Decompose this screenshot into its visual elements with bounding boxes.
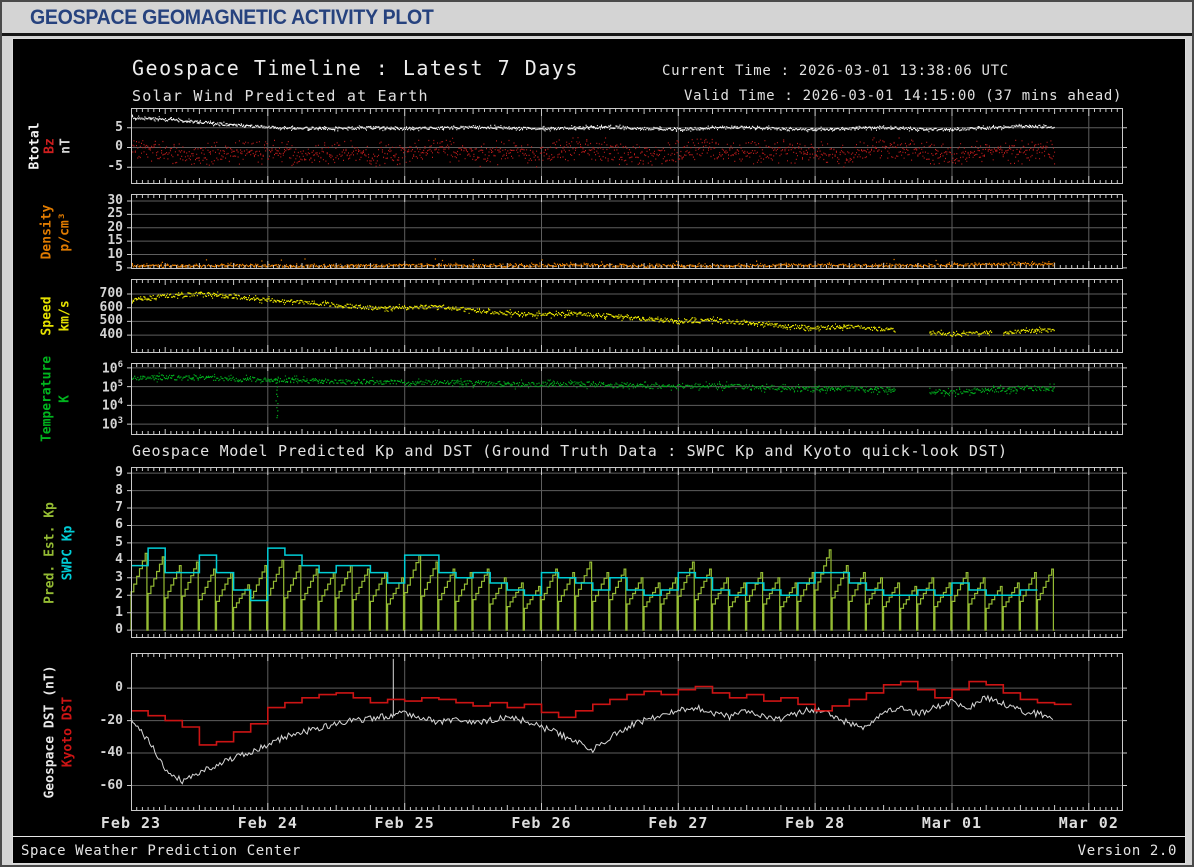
x-label-mar-02: Mar 02 xyxy=(1058,814,1119,832)
ytick-temp-103: 103 xyxy=(101,416,123,433)
x-label-feb-26: Feb 26 xyxy=(511,814,572,832)
frame-speed xyxy=(131,279,1123,353)
ytick-kp-1: 1 xyxy=(115,604,123,620)
gridlines xyxy=(131,364,1123,434)
ytick-kp-0: 0 xyxy=(115,622,123,638)
ytick-dst--60: -60 xyxy=(99,777,123,793)
ytick-speed-400: 400 xyxy=(99,327,123,343)
footer-version: Version 2.0 xyxy=(1077,842,1177,859)
ytick-kp-7: 7 xyxy=(115,500,123,515)
plot-footer: Space Weather Prediction Center Version … xyxy=(13,836,1185,864)
charts-container: Btotal Bz nT 5 0 -5 Density p/cm³ 30 25 20 15 10 5 Spe… xyxy=(13,39,1185,863)
series-Kyoto DST xyxy=(131,680,1072,746)
ytick-dst-0: 0 xyxy=(115,680,123,696)
frame-imf xyxy=(131,108,1123,184)
panel-dst: Geospace DST (nT) Kyoto DST 0 -20 -40 -60 xyxy=(13,653,1185,811)
x-label-feb-27: Feb 27 xyxy=(648,814,709,832)
x-axis-labels: Feb 23 Feb 24 Feb 25 Feb 26 Feb 27 Feb 28 Mar … xyxy=(13,814,1185,836)
panel-kp: Pred. Est. Kp SWPC Kp 9 8 7 6 5 4 3 2 1 0 xyxy=(13,465,1185,638)
plot-density xyxy=(127,194,1127,269)
ytick-imf-5: 5 xyxy=(115,119,123,135)
axis-ticks xyxy=(127,654,1127,810)
panel-density: Density p/cm³ 30 25 20 15 10 5 xyxy=(13,193,1185,275)
ytick-temp-104: 104 xyxy=(101,397,123,414)
frame-density xyxy=(131,194,1123,269)
ytick-dst--40: -40 xyxy=(99,745,123,761)
plot-speed xyxy=(127,279,1127,353)
ytick-kp-5: 5 xyxy=(115,534,123,550)
series-Bz xyxy=(131,137,1056,168)
panel-speed: Speed km/s 700 600 500 400 xyxy=(13,279,1185,353)
ytick-density-5: 5 xyxy=(115,259,123,275)
ytick-kp-3: 3 xyxy=(115,569,123,585)
series-Btotal xyxy=(131,114,1055,133)
axis-ticks xyxy=(127,280,1127,352)
ytick-kp-2: 2 xyxy=(115,587,123,603)
plot-kp xyxy=(127,467,1127,638)
ytick-kp-6: 6 xyxy=(115,517,123,533)
axis-ticks xyxy=(127,109,1127,183)
plot-panel: Geospace Timeline : Latest 7 Days Curren… xyxy=(12,38,1186,864)
gridlines xyxy=(131,195,1123,268)
gridlines xyxy=(131,109,1123,183)
x-label-feb-24: Feb 24 xyxy=(237,814,298,832)
ytick-kp-8: 8 xyxy=(115,482,123,498)
ytick-imf-0: 0 xyxy=(115,139,123,155)
window-title: GEOSPACE GEOMAGNETIC ACTIVITY PLOT xyxy=(30,5,434,29)
x-label-feb-28: Feb 28 xyxy=(785,814,846,832)
page: GEOSPACE GEOMAGNETIC ACTIVITY PLOT Geosp… xyxy=(0,0,1194,867)
window-titlebar: GEOSPACE GEOMAGNETIC ACTIVITY PLOT xyxy=(2,2,1192,36)
axis-ticks xyxy=(127,364,1127,434)
ytick-kp-4: 4 xyxy=(115,552,123,568)
ytick-dst--20: -20 xyxy=(99,712,123,728)
x-label-feb-25: Feb 25 xyxy=(374,814,435,832)
series-Temperature xyxy=(131,372,1055,419)
plot-dst xyxy=(127,653,1127,811)
series-Speed xyxy=(131,291,1055,338)
panel-imf: Btotal Bz nT 5 0 -5 xyxy=(13,108,1185,184)
x-label-feb-23: Feb 23 xyxy=(100,814,162,832)
footer-source: Space Weather Prediction Center xyxy=(21,842,301,859)
ytick-temp-106: 106 xyxy=(101,359,123,377)
ytick-imf--5: -5 xyxy=(107,159,123,175)
plot-temp xyxy=(127,363,1127,435)
series-Geospace DST xyxy=(130,658,1054,785)
frame-dst xyxy=(131,653,1123,811)
gridlines xyxy=(131,654,1123,810)
ytick-kp-9: 9 xyxy=(115,465,123,481)
ytick-temp-105: 105 xyxy=(101,378,123,395)
panel-temp: Temperature K 106 105 104 103 xyxy=(13,356,1185,442)
plot-imf xyxy=(127,108,1127,184)
axis-ticks xyxy=(127,195,1127,269)
gridlines xyxy=(131,280,1123,352)
x-label-mar-01: Mar 01 xyxy=(921,814,983,832)
